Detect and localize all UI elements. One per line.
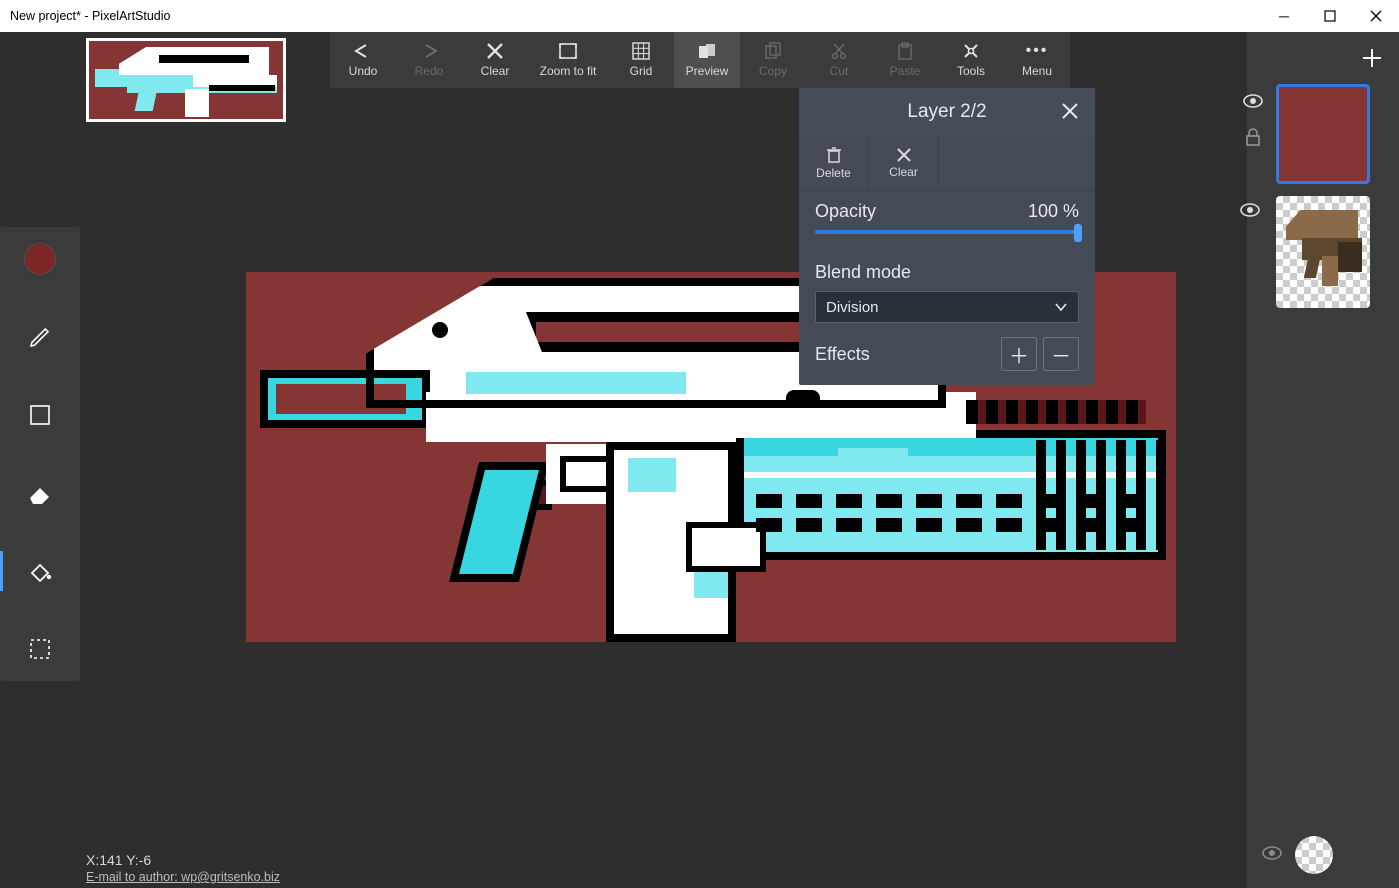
window-maximize-button[interactable]: [1307, 0, 1353, 32]
undo-icon: [352, 42, 374, 60]
layer-clear-label: Clear: [889, 165, 918, 179]
tool-marquee[interactable]: [0, 629, 80, 669]
top-toolbar: Undo Redo Clear Zoom to fit Grid Preview: [330, 32, 1070, 88]
trash-icon: [825, 146, 843, 164]
rectangle-icon: [28, 403, 52, 427]
window-title: New project* - PixelArtStudio: [10, 9, 1261, 23]
toolbar-zoom-to-fit-button[interactable]: Zoom to fit: [528, 32, 608, 88]
layer-thumb-2[interactable]: [1276, 84, 1370, 184]
tools-block: [0, 227, 80, 681]
toolbar-redo-label: Redo: [415, 64, 444, 78]
left-tool-palette: [0, 32, 80, 888]
effects-remove-button[interactable]: －: [1043, 337, 1079, 371]
tools-icon: [962, 42, 980, 60]
minus-icon: －: [1051, 340, 1071, 369]
cut-icon: [830, 42, 848, 60]
toolbar-cut-button[interactable]: Cut: [806, 32, 872, 88]
tool-color-swatch[interactable]: [0, 239, 80, 279]
toolbar-cut-label: Cut: [830, 64, 849, 78]
layer-visible-icon[interactable]: [1239, 202, 1261, 223]
blend-mode-select[interactable]: Division: [815, 291, 1079, 323]
fill-bucket-icon: [26, 559, 54, 583]
opacity-slider-thumb[interactable]: [1074, 224, 1082, 242]
opacity-label: Opacity: [815, 201, 876, 222]
layer-lock-icon[interactable]: [1244, 128, 1262, 151]
toolbar-preview-label: Preview: [686, 64, 729, 78]
toolbar-menu-button[interactable]: ••• Menu: [1004, 32, 1070, 88]
toolbar-menu-label: Menu: [1022, 64, 1052, 78]
composite-preview-circle[interactable]: [1295, 836, 1333, 874]
app-body: Undo Redo Clear Zoom to fit Grid Preview: [0, 32, 1399, 888]
toolbar-grid-button[interactable]: Grid: [608, 32, 674, 88]
effects-label: Effects: [815, 344, 870, 365]
layer-properties-panel: Layer 2/2 Delete Clear Opacity 100 %: [799, 88, 1095, 385]
toolbar-zoom-label: Zoom to fit: [540, 64, 597, 78]
layer-thumb-1[interactable]: [1276, 196, 1370, 308]
tool-eraser[interactable]: [0, 473, 80, 513]
clear-icon: [486, 42, 504, 60]
plus-icon: [1361, 47, 1383, 69]
layer-visible-icon[interactable]: [1242, 93, 1264, 114]
layer-panel-actions: Delete Clear: [799, 136, 1095, 191]
cursor-coords: X:141 Y:-6: [86, 852, 151, 868]
effects-add-button[interactable]: ＋: [1001, 337, 1037, 371]
toolbar-tools-button[interactable]: Tools: [938, 32, 1004, 88]
toolbar-undo-label: Undo: [349, 64, 378, 78]
minimap-thumbnail[interactable]: [86, 38, 286, 122]
all-layers-visible-icon[interactable]: [1261, 845, 1283, 866]
preview-icon: [697, 42, 717, 60]
opacity-value: 100 %: [1028, 201, 1079, 222]
clear-icon: [896, 147, 912, 163]
titlebar: New project* - PixelArtStudio ─: [0, 0, 1399, 32]
window-close-button[interactable]: [1353, 0, 1399, 32]
window-minimize-button[interactable]: ─: [1261, 0, 1307, 32]
toolbar-paste-button[interactable]: Paste: [872, 32, 938, 88]
toolbar-clear-button[interactable]: Clear: [462, 32, 528, 88]
layer-panel-header: Layer 2/2: [799, 88, 1095, 136]
layer-panel-close-button[interactable]: [1061, 102, 1081, 122]
tool-fill[interactable]: [0, 551, 80, 591]
grid-icon: [632, 42, 650, 60]
paste-icon: [896, 42, 914, 60]
toolbar-tools-label: Tools: [957, 64, 985, 78]
minimap-sprite: [89, 41, 283, 119]
blend-mode-label: Blend mode: [815, 262, 911, 283]
plus-icon: ＋: [1009, 340, 1029, 369]
menu-icon: •••: [1026, 42, 1049, 60]
main-area: Undo Redo Clear Zoom to fit Grid Preview: [80, 32, 1247, 888]
window-controls: ─: [1261, 0, 1399, 32]
redo-icon: [418, 42, 440, 60]
status-bar: X:141 Y:-6 E-mail to author: wp@gritsenk…: [86, 852, 280, 884]
toolbar-undo-button[interactable]: Undo: [330, 32, 396, 88]
toolbar-redo-button[interactable]: Redo: [396, 32, 462, 88]
layers-panel-footer: [1251, 828, 1395, 884]
blend-mode-value: Division: [826, 299, 879, 316]
pencil-icon: [28, 325, 52, 349]
toolbar-copy-button[interactable]: Copy: [740, 32, 806, 88]
layers-panel: [1247, 32, 1399, 888]
layer-delete-button[interactable]: Delete: [799, 136, 869, 190]
toolbar-copy-label: Copy: [759, 64, 787, 78]
chevron-down-icon: [1054, 300, 1068, 314]
close-icon: [1061, 102, 1079, 120]
opacity-slider[interactable]: [815, 230, 1079, 234]
toolbar-preview-button[interactable]: Preview: [674, 32, 740, 88]
layer-panel-title: Layer 2/2: [907, 101, 986, 123]
toolbar-grid-label: Grid: [630, 64, 653, 78]
layer-delete-label: Delete: [816, 166, 851, 180]
opacity-section: Opacity 100 %: [799, 191, 1095, 252]
tool-rectangle[interactable]: [0, 395, 80, 435]
author-email-link[interactable]: E-mail to author: wp@gritsenko.biz: [86, 870, 280, 884]
current-color-icon: [25, 244, 55, 274]
zoom-to-fit-icon: [558, 42, 578, 60]
toolbar-clear-label: Clear: [481, 64, 510, 78]
eraser-icon: [27, 482, 53, 504]
blend-section: Blend mode Division Effects ＋ －: [799, 252, 1095, 385]
tool-pencil[interactable]: [0, 317, 80, 357]
add-layer-button[interactable]: [1349, 40, 1395, 76]
copy-icon: [764, 42, 782, 60]
marquee-icon: [28, 637, 52, 661]
layer-clear-button[interactable]: Clear: [869, 136, 939, 190]
toolbar-paste-label: Paste: [890, 64, 921, 78]
